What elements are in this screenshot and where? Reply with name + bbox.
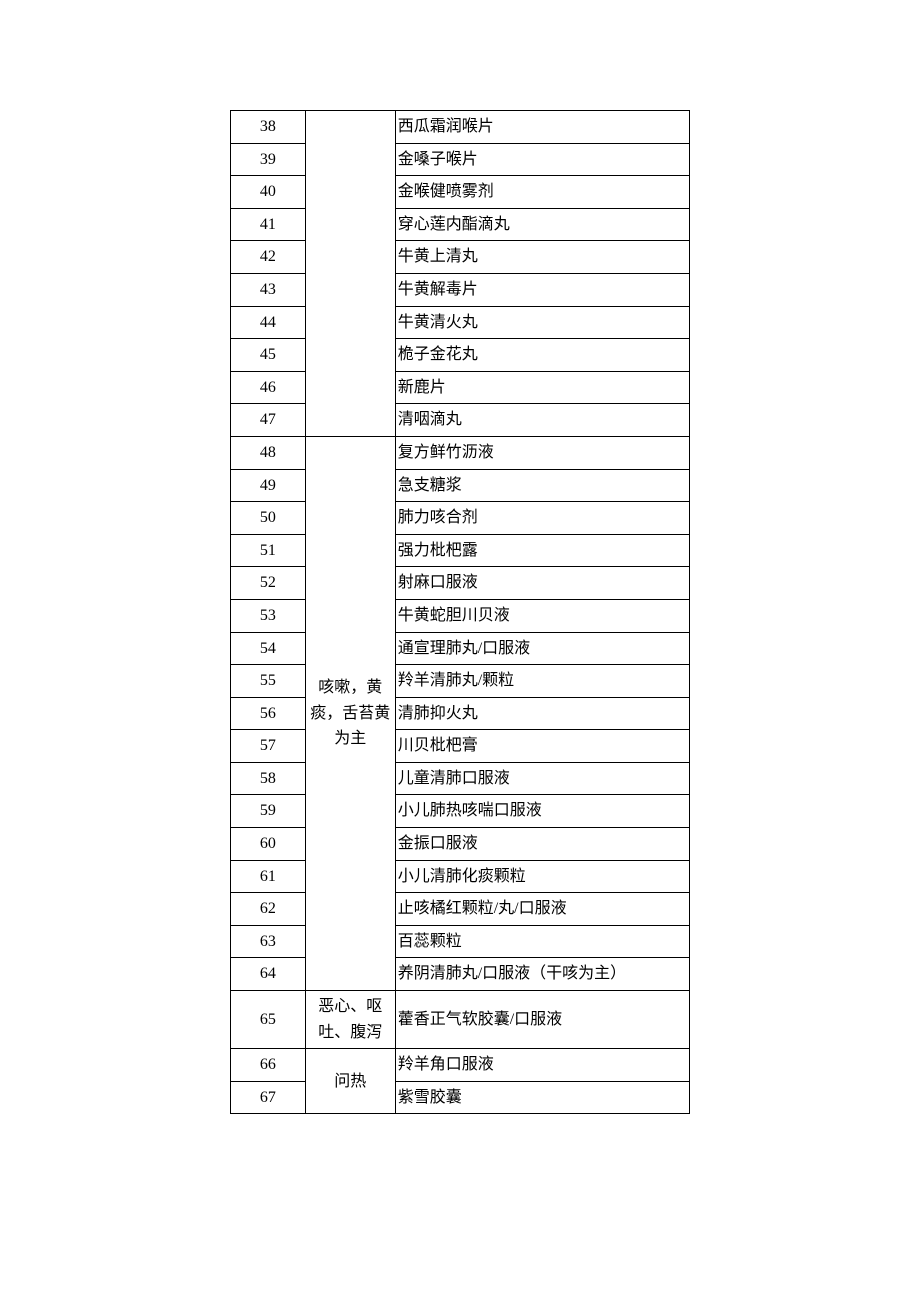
table-row: 48咳嗽，黄痰，舌苔黄为主复方鲜竹沥液 bbox=[231, 436, 690, 469]
row-number: 63 bbox=[231, 925, 306, 958]
category-cell: 恶心、呕吐、腹泻 bbox=[305, 991, 395, 1049]
table-row: 50 肺力咳合剂 bbox=[231, 502, 690, 535]
row-number: 38 bbox=[231, 111, 306, 144]
category-cell: 咳嗽，黄痰，舌苔黄为主 bbox=[305, 436, 395, 990]
table-row: 67 紫雪胶囊 bbox=[231, 1081, 690, 1114]
medicine-name: 桅子金花丸 bbox=[395, 339, 689, 372]
table-row: 64 养阴清肺丸/口服液（干咳为主） bbox=[231, 958, 690, 991]
row-number: 64 bbox=[231, 958, 306, 991]
row-number: 60 bbox=[231, 828, 306, 861]
row-number: 57 bbox=[231, 730, 306, 763]
table-row: 49 急支糖浆 bbox=[231, 469, 690, 502]
table-row: 60 金振口服液 bbox=[231, 828, 690, 861]
table-row: 39 金嗓子喉片 bbox=[231, 143, 690, 176]
table-row: 47 清咽滴丸 bbox=[231, 404, 690, 437]
medicine-name: 急支糖浆 bbox=[395, 469, 689, 502]
table-row: 42 牛黄上清丸 bbox=[231, 241, 690, 274]
table-row: 44 牛黄清火丸 bbox=[231, 306, 690, 339]
table-row: 63 百蕊颗粒 bbox=[231, 925, 690, 958]
medicine-name: 穿心莲内酯滴丸 bbox=[395, 208, 689, 241]
table-row: 43 牛黄解毒片 bbox=[231, 273, 690, 306]
row-number: 52 bbox=[231, 567, 306, 600]
row-number: 42 bbox=[231, 241, 306, 274]
table-row: 46 新鹿片 bbox=[231, 371, 690, 404]
medicine-name: 藿香正气软胶囊/口服液 bbox=[395, 991, 689, 1049]
row-number: 41 bbox=[231, 208, 306, 241]
medicine-name: 射麻口服液 bbox=[395, 567, 689, 600]
medicine-table: 38西瓜霜润喉片39金嗓子喉片40金喉健喷雾剂41穿心莲内酯滴丸42牛黄上清丸4… bbox=[230, 110, 690, 1114]
medicine-name: 川贝枇杷膏 bbox=[395, 730, 689, 763]
row-number: 58 bbox=[231, 762, 306, 795]
medicine-name: 小儿清肺化痰颗粒 bbox=[395, 860, 689, 893]
medicine-name: 牛黄上清丸 bbox=[395, 241, 689, 274]
table-row: 62 止咳橘红颗粒/丸/口服液 bbox=[231, 893, 690, 926]
table-row: 53 牛黄蛇胆川贝液 bbox=[231, 599, 690, 632]
table-row: 54 通宣理肺丸/口服液 bbox=[231, 632, 690, 665]
table-row: 57 川贝枇杷膏 bbox=[231, 730, 690, 763]
medicine-name: 牛黄清火丸 bbox=[395, 306, 689, 339]
medicine-name: 强力枇杷露 bbox=[395, 534, 689, 567]
medicine-name: 百蕊颗粒 bbox=[395, 925, 689, 958]
row-number: 65 bbox=[231, 991, 306, 1049]
row-number: 66 bbox=[231, 1049, 306, 1082]
table-row: 51 强力枇杷露 bbox=[231, 534, 690, 567]
row-number: 49 bbox=[231, 469, 306, 502]
category-cell bbox=[305, 111, 395, 437]
medicine-name: 止咳橘红颗粒/丸/口服液 bbox=[395, 893, 689, 926]
medicine-name: 金喉健喷雾剂 bbox=[395, 176, 689, 209]
medicine-name: 牛黄蛇胆川贝液 bbox=[395, 599, 689, 632]
medicine-name: 通宣理肺丸/口服液 bbox=[395, 632, 689, 665]
row-number: 55 bbox=[231, 665, 306, 698]
row-number: 48 bbox=[231, 436, 306, 469]
table-row: 61 小儿清肺化痰颗粒 bbox=[231, 860, 690, 893]
row-number: 45 bbox=[231, 339, 306, 372]
table-row: 65恶心、呕吐、腹泻藿香正气软胶囊/口服液 bbox=[231, 991, 690, 1049]
row-number: 44 bbox=[231, 306, 306, 339]
table-row: 52 射麻口服液 bbox=[231, 567, 690, 600]
medicine-name: 儿童清肺口服液 bbox=[395, 762, 689, 795]
table-row: 66问热羚羊角口服液 bbox=[231, 1049, 690, 1082]
medicine-name: 清肺抑火丸 bbox=[395, 697, 689, 730]
medicine-name: 羚羊清肺丸/颗粒 bbox=[395, 665, 689, 698]
medicine-name: 小儿肺热咳喘口服液 bbox=[395, 795, 689, 828]
medicine-name: 金嗓子喉片 bbox=[395, 143, 689, 176]
row-number: 61 bbox=[231, 860, 306, 893]
medicine-name: 清咽滴丸 bbox=[395, 404, 689, 437]
row-number: 40 bbox=[231, 176, 306, 209]
table-row: 41 穿心莲内酯滴丸 bbox=[231, 208, 690, 241]
medicine-name: 新鹿片 bbox=[395, 371, 689, 404]
medicine-name: 牛黄解毒片 bbox=[395, 273, 689, 306]
table-row: 38 西瓜霜润喉片 bbox=[231, 111, 690, 144]
medicine-name: 羚羊角口服液 bbox=[395, 1049, 689, 1082]
table-row: 55 羚羊清肺丸/颗粒 bbox=[231, 665, 690, 698]
category-cell: 问热 bbox=[305, 1049, 395, 1114]
medicine-name: 紫雪胶囊 bbox=[395, 1081, 689, 1114]
medicine-name: 复方鲜竹沥液 bbox=[395, 436, 689, 469]
row-number: 46 bbox=[231, 371, 306, 404]
table-row: 59 小儿肺热咳喘口服液 bbox=[231, 795, 690, 828]
medicine-name: 金振口服液 bbox=[395, 828, 689, 861]
row-number: 47 bbox=[231, 404, 306, 437]
table-row: 45 桅子金花丸 bbox=[231, 339, 690, 372]
row-number: 53 bbox=[231, 599, 306, 632]
medicine-name: 肺力咳合剂 bbox=[395, 502, 689, 535]
row-number: 43 bbox=[231, 273, 306, 306]
row-number: 56 bbox=[231, 697, 306, 730]
table-row: 56 清肺抑火丸 bbox=[231, 697, 690, 730]
medicine-name: 西瓜霜润喉片 bbox=[395, 111, 689, 144]
row-number: 54 bbox=[231, 632, 306, 665]
row-number: 39 bbox=[231, 143, 306, 176]
row-number: 51 bbox=[231, 534, 306, 567]
row-number: 62 bbox=[231, 893, 306, 926]
row-number: 59 bbox=[231, 795, 306, 828]
row-number: 50 bbox=[231, 502, 306, 535]
row-number: 67 bbox=[231, 1081, 306, 1114]
medicine-name: 养阴清肺丸/口服液（干咳为主） bbox=[395, 958, 689, 991]
table-row: 40 金喉健喷雾剂 bbox=[231, 176, 690, 209]
table-row: 58 儿童清肺口服液 bbox=[231, 762, 690, 795]
